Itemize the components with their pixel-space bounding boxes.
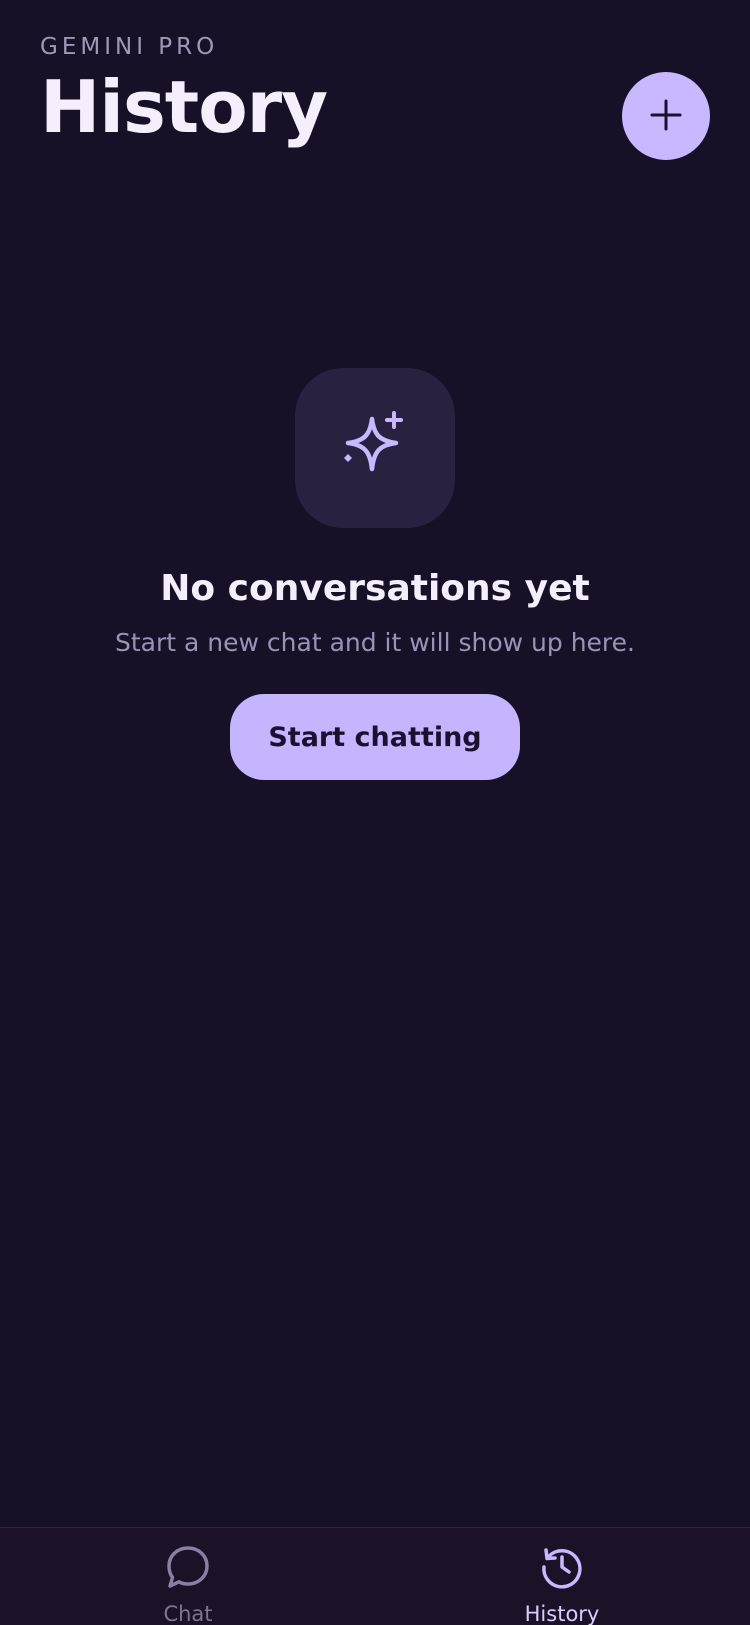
empty-state-title: No conversations yet	[160, 568, 590, 609]
new-chat-button[interactable]	[622, 72, 710, 160]
sparkles-icon	[340, 411, 410, 485]
empty-state: No conversations yet Start a new chat an…	[0, 368, 750, 780]
bottom-nav: Chat History	[0, 1527, 750, 1625]
nav-label-history: History	[524, 1602, 600, 1625]
nav-item-chat[interactable]: Chat	[88, 1544, 288, 1625]
header: GEMINI PRO History	[40, 32, 328, 152]
history-clock-icon	[539, 1544, 585, 1594]
nav-item-history[interactable]: History	[462, 1544, 662, 1625]
empty-state-icon-tile	[295, 368, 455, 528]
app-name: GEMINI PRO	[40, 34, 219, 60]
plus-icon	[649, 98, 683, 135]
nav-label-chat: Chat	[163, 1602, 213, 1625]
empty-state-subtitle: Start a new chat and it will show up her…	[115, 628, 635, 657]
chat-bubble-icon	[165, 1544, 211, 1594]
page-title: History	[40, 65, 328, 149]
start-chatting-button[interactable]: Start chatting	[230, 694, 520, 780]
